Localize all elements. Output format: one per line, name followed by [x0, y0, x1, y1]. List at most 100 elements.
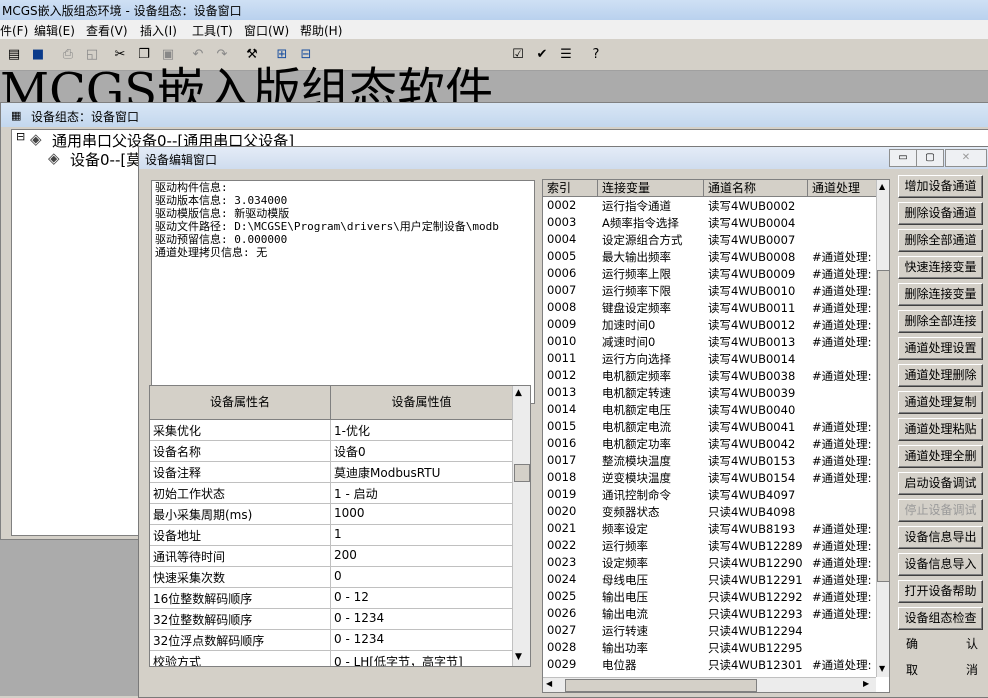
- channel-row[interactable]: 0017 整流模块温度 读写4WUB0153 #通道处理:: [543, 452, 878, 469]
- side-button-1[interactable]: 删除设备通道: [898, 202, 983, 225]
- menu-file[interactable]: 件(F): [0, 22, 28, 39]
- property-row[interactable]: 通讯等待时间 200: [150, 546, 512, 567]
- channel-header-process[interactable]: 通道处理: [808, 180, 883, 197]
- save-icon[interactable]: ■: [28, 45, 48, 65]
- property-value[interactable]: 0 - 1234: [334, 632, 384, 646]
- side-button-9[interactable]: 通道处理粘贴: [898, 418, 983, 441]
- side-button-15[interactable]: 打开设备帮助: [898, 580, 983, 603]
- property-value[interactable]: 0 - LH[低字节，高字节]: [334, 653, 463, 666]
- side-button-12[interactable]: 停止设备调试: [898, 499, 983, 522]
- channel-row[interactable]: 0006 运行频率上限 读写4WUB0009 #通道处理:: [543, 265, 878, 282]
- channel-hscrollbar[interactable]: ◀ ▶: [543, 677, 876, 692]
- open-icon[interactable]: ▤: [4, 45, 24, 65]
- property-row[interactable]: 快速采集次数 0: [150, 567, 512, 588]
- print-preview-icon[interactable]: ◱: [82, 45, 102, 65]
- side-button-6[interactable]: 通道处理设置: [898, 337, 983, 360]
- property-row[interactable]: 校验方式 0 - LH[低字节，高字节]: [150, 651, 512, 666]
- menu-view[interactable]: 查看(V): [86, 22, 128, 39]
- channel-header-variable[interactable]: 连接变量: [598, 180, 704, 197]
- property-value[interactable]: 1: [334, 527, 342, 541]
- paste-icon[interactable]: ▣: [158, 45, 178, 65]
- channel-row[interactable]: 0011 运行方向选择 读写4WUB0014: [543, 350, 878, 367]
- side-button-2[interactable]: 删除全部通道: [898, 229, 983, 252]
- side-button-10[interactable]: 通道处理全删: [898, 445, 983, 468]
- channel-row[interactable]: 0007 运行频率下限 读写4WUB0010 #通道处理:: [543, 282, 878, 299]
- channel-row[interactable]: 0012 电机额定频率 读写4WUB0038 #通道处理:: [543, 367, 878, 384]
- property-value[interactable]: 200: [334, 548, 357, 562]
- channel-scroll-thumb[interactable]: [877, 270, 889, 582]
- menu-help[interactable]: 帮助(H): [300, 22, 342, 39]
- side-button-7[interactable]: 通道处理删除: [898, 364, 983, 387]
- property-value[interactable]: 0 - 1234: [334, 611, 384, 625]
- scroll-up-icon[interactable]: ▲: [879, 182, 885, 191]
- menu-tools[interactable]: 工具(T): [192, 22, 233, 39]
- channel-row[interactable]: 0010 减速时间0 读写4WUB0013 #通道处理:: [543, 333, 878, 350]
- confirm-button[interactable]: 确 认: [898, 634, 981, 655]
- copy-icon[interactable]: ❐: [134, 45, 154, 65]
- channel-row[interactable]: 0005 最大输出频率 读写4WUB0008 #通道处理:: [543, 248, 878, 265]
- side-button-14[interactable]: 设备信息导入: [898, 553, 983, 576]
- property-row[interactable]: 初始工作状态 1 - 启动: [150, 483, 512, 504]
- channel-row[interactable]: 0002 运行指令通道 读写4WUB0002: [543, 197, 878, 214]
- props-header-value[interactable]: 设备属性值: [331, 386, 513, 420]
- property-value[interactable]: 1000: [334, 506, 365, 520]
- channel-scrollbar[interactable]: ▲ ▼: [876, 180, 889, 677]
- property-row[interactable]: 设备地址 1: [150, 525, 512, 546]
- property-row[interactable]: 设备注释 莫迪康ModbusRTU: [150, 462, 512, 483]
- channel-row[interactable]: 0004 设定源组合方式 读写4WUB0007: [543, 231, 878, 248]
- tree-collapse-icon[interactable]: ⊟: [16, 130, 25, 143]
- property-value[interactable]: 设备0: [334, 443, 366, 460]
- scroll-down-icon[interactable]: ▼: [879, 664, 885, 673]
- property-row[interactable]: 16位整数解码顺序 0 - 12: [150, 588, 512, 609]
- channel-row[interactable]: 0028 输出功率 只读4WUB12295: [543, 639, 878, 656]
- channel-header-name[interactable]: 通道名称: [704, 180, 808, 197]
- property-row[interactable]: 32位浮点数解码顺序 0 - 1234: [150, 630, 512, 651]
- property-value[interactable]: 莫迪康ModbusRTU: [334, 464, 440, 481]
- property-row[interactable]: 32位整数解码顺序 0 - 1234: [150, 609, 512, 630]
- channel-row[interactable]: 0015 电机额定电流 读写4WUB0041 #通道处理:: [543, 418, 878, 435]
- channel-row[interactable]: 0026 输出电流 只读4WUB12293 #通道处理:: [543, 605, 878, 622]
- side-button-13[interactable]: 设备信息导出: [898, 526, 983, 549]
- minimize-button[interactable]: ▭: [889, 149, 917, 167]
- property-value[interactable]: 1 - 启动: [334, 485, 378, 502]
- property-value[interactable]: 0: [334, 569, 342, 583]
- props-scroll-thumb[interactable]: [514, 464, 530, 482]
- scroll-left-icon[interactable]: ◀: [546, 679, 552, 688]
- channel-row[interactable]: 0009 加速时间0 读写4WUB0012 #通道处理:: [543, 316, 878, 333]
- tools-icon[interactable]: ⚒: [242, 45, 262, 65]
- channel-row[interactable]: 0025 输出电压 只读4WUB12292 #通道处理:: [543, 588, 878, 605]
- cancel-button[interactable]: 取 消: [898, 660, 981, 681]
- menu-insert[interactable]: 插入(I): [140, 22, 177, 39]
- channel-row[interactable]: 0008 键盘设定频率 读写4WUB0011 #通道处理:: [543, 299, 878, 316]
- check-icon[interactable]: ✔: [532, 45, 552, 65]
- properties-icon[interactable]: ☑: [508, 45, 528, 65]
- scroll-down-icon[interactable]: ▼: [515, 652, 522, 662]
- close-button[interactable]: ✕: [945, 149, 987, 167]
- list-icon[interactable]: ☰: [556, 45, 576, 65]
- cut-icon[interactable]: ✂: [110, 45, 130, 65]
- property-value[interactable]: 0 - 12: [334, 590, 369, 604]
- scroll-up-icon[interactable]: ▲: [515, 388, 522, 398]
- scroll-right-icon[interactable]: ▶: [863, 679, 869, 688]
- channel-row[interactable]: 0024 母线电压 只读4WUB12291 #通道处理:: [543, 571, 878, 588]
- channel-row[interactable]: 0020 变频器状态 只读4WUB4098: [543, 503, 878, 520]
- property-row[interactable]: 设备名称 设备0: [150, 441, 512, 462]
- channel-row[interactable]: 0029 电位器 只读4WUB12301 #通道处理:: [543, 656, 878, 673]
- property-value[interactable]: 1-优化: [334, 422, 370, 439]
- menu-window[interactable]: 窗口(W): [244, 22, 289, 39]
- help-icon[interactable]: ?: [586, 45, 606, 65]
- channel-row[interactable]: 0021 频率设定 读写4WUB8193 #通道处理:: [543, 520, 878, 537]
- side-button-3[interactable]: 快速连接变量: [898, 256, 983, 279]
- channel-row[interactable]: 0016 电机额定功率 读写4WUB0042 #通道处理:: [543, 435, 878, 452]
- side-button-11[interactable]: 启动设备调试: [898, 472, 983, 495]
- props-header-name[interactable]: 设备属性名: [150, 386, 331, 420]
- channel-row[interactable]: 0014 电机额定电压 读写4WUB0040: [543, 401, 878, 418]
- channel-row[interactable]: 0013 电机额定转速 读写4WUB0039: [543, 384, 878, 401]
- channel-row[interactable]: 0022 运行频率 读写4WUB12289 #通道处理:: [543, 537, 878, 554]
- channel-row[interactable]: 0027 运行转速 只读4WUB12294: [543, 622, 878, 639]
- tree-view-icon[interactable]: ⊞: [272, 45, 292, 65]
- side-button-8[interactable]: 通道处理复制: [898, 391, 983, 414]
- maximize-button[interactable]: ▢: [916, 149, 944, 167]
- channel-row[interactable]: 0018 逆变模块温度 读写4WUB0154 #通道处理:: [543, 469, 878, 486]
- side-button-16[interactable]: 设备组态检查: [898, 607, 983, 630]
